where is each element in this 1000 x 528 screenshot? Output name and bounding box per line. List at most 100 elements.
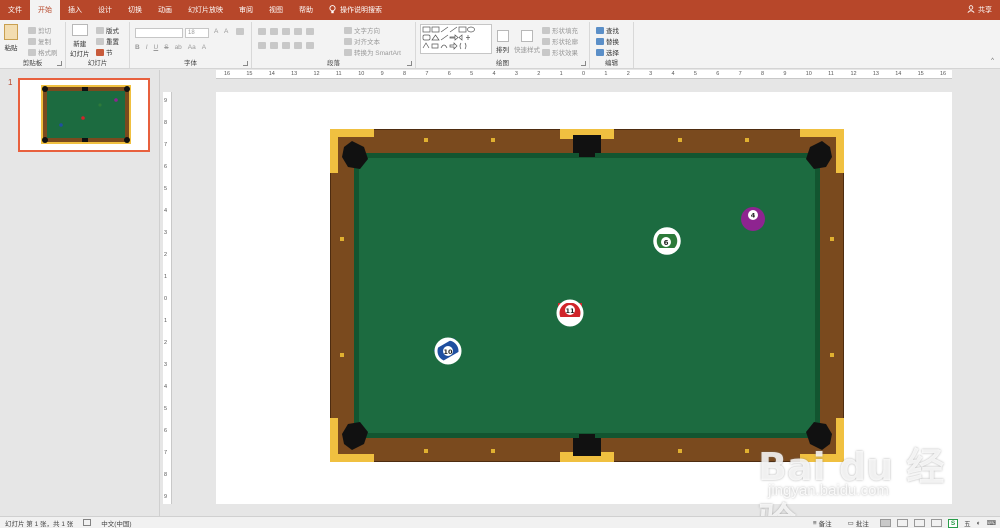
ruler-tick-label: 8 — [164, 472, 168, 478]
status-bar-right: ≡ 备注 ▭ 批注 S 五 ◐ ⌨ — [808, 517, 996, 528]
justify-icon[interactable] — [294, 42, 302, 49]
comments-button[interactable]: ▭ 批注 — [843, 518, 874, 528]
collapse-ribbon-icon[interactable]: ^ — [991, 58, 994, 64]
tab-home[interactable]: 开始 — [30, 0, 60, 20]
tab-transitions[interactable]: 切换 — [120, 0, 150, 20]
reset-button[interactable]: 重置 — [96, 36, 119, 46]
grow-font-button[interactable]: A — [214, 28, 218, 35]
layout-icon — [96, 26, 104, 34]
tab-help[interactable]: 帮助 — [291, 0, 321, 20]
shapes-gallery[interactable] — [420, 24, 492, 54]
new-slide-button[interactable]: 新建 幻灯片 — [70, 24, 90, 58]
replace-button[interactable]: 替换 — [596, 36, 619, 46]
tab-review[interactable]: 审阅 — [231, 0, 261, 20]
ball-4[interactable]: 4 — [741, 207, 765, 231]
smartart-button[interactable]: 转换为 SmartArt — [344, 47, 401, 57]
ruler-tick-label: 4 — [492, 71, 496, 77]
font-name-combo[interactable] — [135, 28, 183, 38]
section-button[interactable]: 节 — [96, 47, 113, 57]
cut-button[interactable]: 剪切 — [28, 25, 51, 35]
font-group-label: 字体 — [184, 60, 197, 67]
language-status[interactable]: 中文(中国) — [96, 518, 136, 528]
font-launcher-icon[interactable] — [243, 61, 248, 66]
underline-icon[interactable]: U — [154, 44, 159, 51]
text-direction-button[interactable]: 文字方向 — [344, 25, 380, 35]
vertical-ruler: 9 8 7 6 5 4 3 2 1 0 1 2 3 4 5 6 7 8 9 — [163, 92, 172, 504]
shape-fill-button[interactable]: 形状填充 — [542, 25, 578, 35]
numbering-icon[interactable] — [270, 28, 278, 35]
quick-styles-label: 快速样式 — [514, 47, 540, 54]
bullets-icon[interactable] — [258, 28, 266, 35]
notes-button[interactable]: ≡ 备注 — [808, 518, 837, 528]
strikethrough-icon[interactable]: S — [164, 44, 168, 51]
ruler-tick-label: 9 — [783, 71, 787, 77]
ruler-tick-label: 15 — [917, 71, 924, 77]
slide-thumbnail[interactable] — [18, 78, 150, 152]
ruler-tick-label: 8 — [403, 71, 407, 77]
shrink-font-button[interactable]: A — [224, 28, 228, 35]
ime-indicator[interactable]: S — [947, 518, 959, 528]
paint-bucket-icon — [542, 26, 550, 34]
copy-label: 复制 — [38, 39, 51, 46]
ime-mode[interactable]: 五 — [964, 518, 971, 528]
find-button[interactable]: 查找 — [596, 25, 619, 35]
bold-icon[interactable]: B — [135, 44, 140, 51]
grow-font-icon: A — [214, 28, 219, 35]
font-size-combo[interactable]: 18 — [185, 28, 209, 38]
columns-icon[interactable] — [306, 42, 314, 49]
punctuation-icon[interactable]: ◐ — [977, 520, 981, 527]
font-color-icon[interactable]: A — [202, 44, 206, 51]
align-center-icon[interactable] — [270, 42, 278, 49]
tab-insert[interactable]: 插入 — [60, 0, 90, 20]
spell-check-icon[interactable] — [78, 519, 96, 526]
reading-view-icon[interactable] — [913, 519, 925, 527]
normal-view-icon[interactable] — [879, 519, 891, 527]
copy-button[interactable]: 复制 — [28, 36, 51, 46]
align-left-icon[interactable] — [258, 42, 266, 49]
tell-me-search[interactable]: 操作说明搜索 — [321, 0, 390, 20]
clear-format-button[interactable] — [236, 28, 244, 35]
clipboard-launcher-icon[interactable] — [57, 61, 62, 66]
tab-slideshow[interactable]: 幻灯片放映 — [180, 0, 231, 20]
ruler-tick-label: 5 — [164, 406, 168, 412]
quick-styles-button[interactable]: 快速样式 — [514, 30, 540, 54]
decrease-indent-icon[interactable] — [282, 28, 290, 35]
tab-file[interactable]: 文件 — [0, 0, 30, 20]
ruler-tick-label: 11 — [335, 71, 342, 77]
drawing-launcher-icon[interactable] — [581, 61, 586, 66]
paragraph-launcher-icon[interactable] — [407, 61, 412, 66]
ball-11[interactable]: 11 — [556, 299, 584, 327]
slide-number: 1 — [8, 78, 13, 87]
slide-sorter-view-icon[interactable] — [896, 519, 908, 527]
ruler-tick-label: 1 — [604, 71, 608, 77]
ruler-tick-label: 9 — [164, 494, 168, 500]
shape-effects-button[interactable]: 形状效果 — [542, 47, 578, 57]
ribbon-tab-bar: 文件 开始 插入 设计 切换 动画 幻灯片放映 审阅 视图 帮助 操作说明搜索 … — [0, 0, 1000, 20]
align-text-button[interactable]: 对齐文本 — [344, 36, 380, 46]
slideshow-view-icon[interactable] — [930, 519, 942, 527]
tab-animations[interactable]: 动画 — [150, 0, 180, 20]
line-spacing-icon[interactable] — [306, 28, 314, 35]
align-right-icon[interactable] — [282, 42, 290, 49]
layout-button[interactable]: 版式 — [96, 25, 119, 35]
comments-icon: ▭ — [847, 520, 854, 527]
italic-icon[interactable]: I — [146, 44, 148, 51]
replace-label: 替换 — [606, 39, 619, 46]
change-case-icon[interactable]: Aa — [188, 44, 196, 51]
select-icon — [596, 48, 604, 56]
arrange-button[interactable]: 排列 — [496, 30, 509, 54]
select-button[interactable]: 选择 — [596, 47, 619, 57]
ruler-tick-label: 7 — [738, 71, 742, 77]
shape-outline-button[interactable]: 形状轮廓 — [542, 36, 578, 46]
increase-indent-icon[interactable] — [294, 28, 302, 35]
format-painter-button[interactable]: 格式刷 — [28, 47, 58, 57]
tab-design[interactable]: 设计 — [90, 0, 120, 20]
paste-button[interactable]: 粘贴 — [4, 24, 18, 52]
person-icon — [967, 5, 975, 15]
ball-6-number: 6 — [664, 239, 669, 247]
keyboard-icon[interactable]: ⌨ — [987, 519, 996, 527]
char-spacing-icon[interactable]: ab — [175, 44, 182, 51]
tab-view[interactable]: 视图 — [261, 0, 291, 20]
ball-6[interactable]: 6 — [653, 227, 681, 255]
share-button[interactable]: 共享 — [967, 0, 992, 20]
